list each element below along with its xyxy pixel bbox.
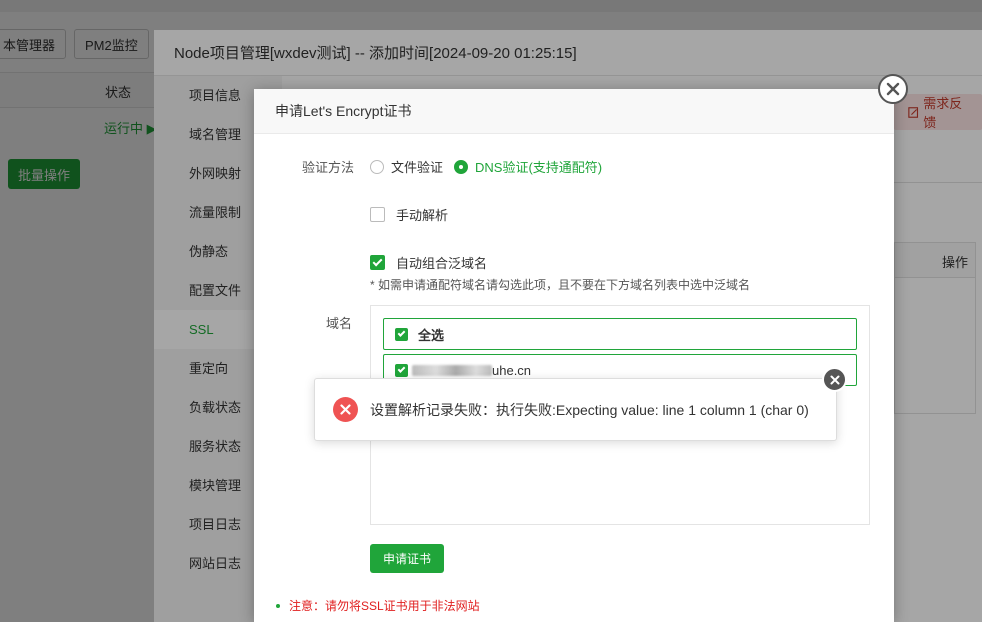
toast-close-button[interactable] [822,367,847,392]
close-icon [830,375,839,384]
ssl-warning-note: 注意：请勿将SSL证书用于非法网站 [276,597,480,614]
domain-label: 域名 [326,316,353,331]
modal-close-button[interactable] [878,74,908,104]
radio-label: DNS验证(支持通配符) [475,160,603,175]
check-icon [372,256,383,267]
redacted-text [412,364,492,376]
domain-name: uhe.cn [492,362,532,378]
error-message: 设置解析记录失败：执行失败:Expecting value: line 1 co… [370,401,809,418]
check-icon [397,365,406,373]
checkbox-box [395,327,408,341]
check-icon [397,329,406,337]
apply-certificate-button[interactable]: 申请证书 [370,544,444,573]
radio-dns-verify[interactable]: DNS验证(支持通配符) [454,157,602,176]
auto-wildcard-checkbox[interactable]: 自动组合泛域名 [370,253,487,272]
checkbox-box [370,207,385,222]
wildcard-hint: * 如需申请通配符域名请勾选此项，且不要在下方域名列表中选中泛域名 [370,278,751,292]
checkbox-label: 手动解析 [396,208,449,223]
verify-method-label: 验证方法 [302,160,355,175]
radio-circle [370,159,384,174]
radio-label: 文件验证 [391,160,444,175]
select-all-label: 全选 [418,327,445,343]
radio-file-verify[interactable]: 文件验证 [370,157,443,176]
checkbox-box [395,363,408,377]
bullet-icon [276,603,280,608]
error-icon [333,397,358,422]
error-toast: 设置解析记录失败：执行失败:Expecting value: line 1 co… [314,378,837,441]
close-icon [886,82,900,96]
checkbox-box [370,255,385,270]
modal-title: 申请Let's Encrypt证书 [254,89,894,134]
domain-select-all[interactable]: 全选 [383,318,857,350]
note-text: 注意：请勿将SSL证书用于非法网站 [289,599,480,613]
manual-dns-checkbox[interactable]: 手动解析 [370,205,448,224]
checkbox-label: 自动组合泛域名 [396,256,488,271]
radio-circle [454,159,468,174]
